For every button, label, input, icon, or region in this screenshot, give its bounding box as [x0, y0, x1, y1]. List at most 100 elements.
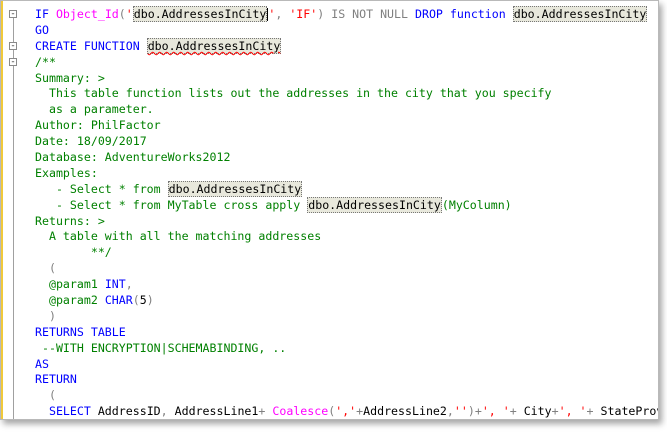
code-text: RETURN	[35, 372, 77, 388]
code-token: ,	[446, 404, 454, 419]
code-token: ,	[160, 404, 175, 419]
code-token: +	[551, 404, 559, 419]
code-token: AddressLine1	[174, 404, 259, 419]
code-text: IF Object_Id('dbo.AddressesInCity ', 'IF'…	[35, 6, 648, 23]
code-token: SELECT	[35, 404, 98, 419]
code-token: (MyColumn)	[441, 197, 512, 212]
code-line[interactable]: @param2 CHAR(5)	[1, 293, 658, 309]
code-line[interactable]: - Select * from dbo.AddressesInCity	[1, 180, 658, 198]
highlighted-identifier: dbo.AddressesInCity	[132, 6, 268, 22]
code-text: (	[35, 388, 56, 404]
code-line[interactable]: Summary: >	[1, 71, 658, 87]
code-token: CHAR	[104, 293, 133, 308]
code-text: Summary: >	[35, 71, 105, 87]
code-text: Date: 18/09/2017	[35, 134, 147, 150]
code-token: DROP function	[414, 7, 513, 21]
code-text: as a parameter.	[35, 102, 154, 118]
code-text: Examples:	[35, 166, 98, 182]
code-line[interactable]: - Select * from MyTable cross apply dbo.…	[1, 196, 658, 214]
highlighted-identifier: dbo.AddressesInCity	[146, 37, 282, 54]
code-text: GO	[35, 23, 49, 39]
code-token: IS NOT NULL	[331, 7, 415, 21]
code-token: RETURN	[35, 372, 77, 387]
code-line[interactable]: RETURNS TABLE	[1, 325, 658, 341]
code-text: Author: PhilFactor	[35, 118, 161, 134]
code-line[interactable]: RETURN	[1, 372, 658, 388]
code-token: AS	[35, 356, 49, 371]
code-line[interactable]: (	[1, 261, 658, 277]
code-token: ,	[125, 277, 133, 292]
sql-editor-window[interactable]: - IF Object_Id('dbo.AddressesInCity ', 'IF…	[0, 0, 659, 420]
code-line[interactable]: Database: AdventureWorks2012	[1, 150, 658, 166]
code-token: Author: PhilFactor	[35, 118, 161, 133]
code-text: This table function lists out the addres…	[35, 86, 552, 102]
code-token: ,	[275, 7, 290, 21]
code-token: +	[586, 404, 601, 419]
code-token: ', '	[481, 404, 510, 419]
code-token: )	[146, 293, 154, 308]
code-token: Coalesce	[272, 404, 329, 419]
code-token: - Select * from MyTable cross apply	[35, 197, 308, 212]
code-line[interactable]: - CREATE FUNCTION dbo.AddressesInCity	[1, 37, 658, 55]
code-area[interactable]: - IF Object_Id('dbo.AddressesInCity ', 'IF…	[1, 6, 658, 419]
code-text: Returns: >	[35, 214, 105, 230]
code-token: This table function lists out the addres…	[35, 86, 552, 101]
code-token: City	[523, 404, 552, 419]
code-token: Date: 18/09/2017	[35, 134, 147, 149]
code-token: Returns: >	[35, 213, 105, 228]
code-line[interactable]: - /**	[1, 55, 658, 71]
code-token: AddressID	[97, 404, 161, 419]
code-token: **/	[35, 245, 112, 260]
code-line[interactable]: This table function lists out the addres…	[1, 86, 658, 102]
code-line[interactable]: )	[1, 309, 658, 325]
code-line[interactable]: Date: 18/09/2017	[1, 134, 658, 150]
collapse-region-icon[interactable]: -	[9, 57, 17, 66]
collapse-region-icon[interactable]: -	[9, 10, 17, 19]
code-text: **/	[35, 245, 112, 261]
code-token: A table with all the matching addresses	[35, 229, 322, 244]
code-line[interactable]: SELECT AddressID, AddressLine1 + Coalesce…	[1, 404, 658, 419]
code-token: Examples:	[35, 165, 98, 180]
code-line[interactable]: --WITH ENCRYPTION|SCHEMABINDING, ..	[1, 341, 658, 357]
code-token: )	[317, 7, 332, 21]
code-token: +	[509, 404, 524, 419]
code-token: (	[118, 7, 126, 21]
code-token: )+	[467, 404, 482, 419]
code-line[interactable]: as a parameter.	[1, 102, 658, 118]
code-token: /**	[35, 54, 56, 69]
code-token: - Select * from	[35, 181, 168, 196]
code-text: )	[35, 309, 56, 325]
code-token: ', '	[558, 404, 587, 419]
code-token: 5	[139, 293, 147, 308]
code-text: A table with all the matching addresses	[35, 229, 321, 245]
code-line[interactable]: Author: PhilFactor	[1, 118, 658, 134]
code-text: (	[35, 261, 56, 277]
highlighted-identifier: dbo.AddressesInCity	[167, 180, 303, 197]
code-token: AddressLine2	[363, 404, 447, 419]
code-token: (	[132, 293, 140, 308]
code-line[interactable]: @param1 INT,	[1, 277, 658, 293]
code-line[interactable]: AS	[1, 357, 658, 373]
code-token: 'IF'	[289, 7, 318, 21]
code-token: CREATE FUNCTION	[35, 38, 147, 53]
code-token: IF	[35, 7, 56, 21]
highlighted-identifier: dbo.AddressesInCity	[307, 196, 442, 213]
code-line[interactable]: A table with all the matching addresses	[1, 229, 658, 245]
code-text: AS	[35, 357, 49, 373]
code-text: - Select * from MyTable cross apply dbo.…	[35, 196, 512, 214]
code-token: Summary: >	[35, 70, 105, 85]
code-token: GO	[35, 22, 49, 37]
code-line[interactable]: **/	[1, 245, 658, 261]
code-line[interactable]: (	[1, 388, 658, 404]
code-line[interactable]: - IF Object_Id('dbo.AddressesInCity ', 'IF…	[1, 6, 658, 23]
collapse-region-icon[interactable]: -	[9, 41, 17, 50]
code-token: ''	[453, 404, 468, 419]
code-line[interactable]: GO	[1, 23, 658, 39]
code-text: - Select * from dbo.AddressesInCity	[35, 180, 303, 198]
code-line[interactable]: Returns: >	[1, 214, 658, 230]
code-token: RETURNS TABLE	[35, 324, 126, 339]
code-line[interactable]: Examples:	[1, 166, 658, 182]
code-text: Database: AdventureWorks2012	[35, 150, 230, 166]
code-text: CREATE FUNCTION dbo.AddressesInCity	[35, 37, 282, 55]
code-token: ','	[335, 404, 357, 419]
